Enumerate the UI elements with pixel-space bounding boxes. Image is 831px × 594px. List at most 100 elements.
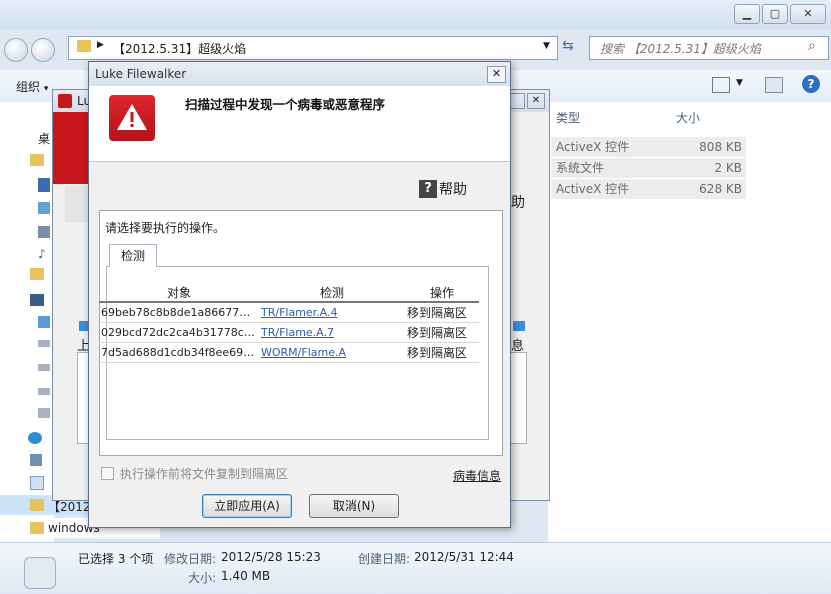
search-input[interactable]: 搜索 【2012.5.31】超级火焰 ⌕ [589,36,829,60]
drive-icon [38,364,50,371]
avira-banner [53,112,93,184]
drive-icon [38,340,50,347]
drive-icon [38,388,50,395]
file-type: ActiveX 控件 [556,182,630,196]
video-icon [38,178,50,192]
avira-close-button[interactable]: ✕ [527,93,545,109]
file-row[interactable]: 系统文件 2 KB [551,158,746,178]
address-bar[interactable]: ▶ 【2012.5.31】超级火焰 ▼ [68,36,558,60]
dialog-heading: 扫描过程中发现一个病毒或恶意程序 [185,97,386,112]
documents-icon [38,226,50,238]
warning-icon [109,95,155,141]
size-label: 大小: [188,571,217,585]
table-row[interactable]: 7d5ad688d1cdb34f8ee694e6... WORM/Flame.A… [99,342,479,363]
virus-found-dialog: Luke Filewalker ✕ 扫描过程中发现一个病毒或恶意程序 ? 帮助 … [88,61,511,528]
forward-icon[interactable] [31,38,55,62]
object-cell: 029bcd72dc2ca4b31778cf4ee... [99,322,259,343]
selection-count: 已选择 3 个项 [78,552,154,566]
view-icon[interactable] [712,77,730,93]
modified-label: 修改日期: [164,552,217,566]
file-size: 808 KB [699,140,742,154]
address-text: 【2012.5.31】超级火焰 [113,42,247,56]
tab-detection[interactable]: 检测 [109,244,157,267]
modified-value: 2012/5/28 15:23 [221,550,321,564]
cancel-button[interactable]: 取消(N) [309,494,399,518]
avira-logo-icon [58,94,72,108]
table-header-row: 对象 检测 操作 [99,283,479,303]
control-panel-icon [30,454,42,466]
refresh-icon[interactable]: ⇆ [562,38,582,56]
help-label: 帮助 [439,182,467,198]
checkbox-box[interactable] [101,467,114,480]
folder-icon [77,40,91,52]
file-row[interactable]: ActiveX 控件 808 KB [551,137,746,157]
folder-icon [30,499,44,511]
avira-progress-right [513,321,525,331]
dialog-close-icon[interactable]: ✕ [487,66,506,83]
organize-menu[interactable]: 组织 ▾ [16,78,48,95]
avira-help-fragment: 助 [511,195,525,211]
file-size: 628 KB [699,182,742,196]
file-size: 2 KB [714,161,742,175]
action-prompt: 请选择要执行的操作。 [105,221,226,235]
header-action[interactable]: 操作 [405,283,479,303]
recycle-icon [30,476,44,490]
copy-to-quarantine-checkbox[interactable]: 执行操作前将文件复制到隔离区 [101,465,288,482]
detection-link[interactable]: TR/Flame.A.7 [259,322,405,343]
avira-maximize-button[interactable] [509,93,525,109]
details-pane: 已选择 3 个项 修改日期: 2012/5/28 15:23 创建日期: 201… [0,542,831,594]
close-icon[interactable]: ✕ [790,4,826,24]
checkbox-label: 执行操作前将文件复制到隔离区 [120,467,289,481]
pictures-icon [38,202,50,214]
header-object[interactable]: 对象 [99,283,259,303]
detection-link[interactable]: WORM/Flame.A [259,342,405,363]
navigation-pane: 桌 ♪ [0,102,54,542]
dialog-titlebar: Luke Filewalker [89,62,510,86]
back-icon[interactable] [4,38,28,62]
action-cell[interactable]: 移到隔离区 [405,342,479,363]
windows-drive-icon [38,316,50,328]
address-dropdown-icon[interactable]: ▼ [543,41,550,51]
help-icon: ? [419,180,437,198]
help-icon[interactable]: ? [802,75,820,93]
detections-table: 对象 检测 操作 69beb78c8b8de1a86677e27c... TR/… [99,283,479,363]
object-cell: 7d5ad688d1cdb34f8ee694e6... [99,342,259,363]
music-icon: ♪ [38,247,46,261]
network-icon [28,432,42,444]
column-type[interactable]: 类型 [556,106,580,130]
computer-icon [30,294,44,306]
created-value: 2012/5/31 12:44 [414,550,514,564]
object-cell: 69beb78c8b8de1a86677e27c... [99,302,259,323]
folder-icon [30,154,44,166]
action-cell[interactable]: 移到隔离区 [405,302,479,323]
file-type: 系统文件 [556,161,605,175]
header-detection[interactable]: 检测 [259,283,405,303]
file-type: ActiveX 控件 [556,140,630,154]
removable-drive-icon [38,408,50,418]
explorer-titlebar: ▁ ▢ ✕ [0,0,831,30]
apply-button[interactable]: 立即应用(A) [202,494,292,518]
maximize-button[interactable]: ▢ [762,4,788,24]
action-cell[interactable]: 移到隔离区 [405,322,479,343]
preview-pane-icon[interactable] [765,77,783,93]
folder-icon [30,522,44,534]
view-dropdown-icon[interactable]: ▼ [736,78,743,88]
folder-icon [30,268,44,280]
search-icon[interactable]: ⌕ [808,38,816,54]
help-link[interactable]: ? 帮助 [419,179,467,199]
table-row[interactable]: 029bcd72dc2ca4b31778cf4ee... TR/Flame.A.… [99,322,479,343]
search-placeholder: 搜索 【2012.5.31】超级火焰 [600,42,761,56]
breadcrumb-arrow-icon: ▶ [97,40,104,50]
table-row[interactable]: 69beb78c8b8de1a86677e27c... TR/Flamer.A.… [99,302,479,323]
file-row[interactable]: ActiveX 控件 628 KB [551,179,746,199]
dialog-title: Luke Filewalker [95,67,187,81]
file-gear-icon [24,557,56,589]
size-value: 1.40 MB [221,569,271,583]
virus-info-link[interactable]: 病毒信息 [453,467,501,484]
column-size[interactable]: 大小 [676,106,700,130]
detection-link[interactable]: TR/Flamer.A.4 [259,302,405,323]
dialog-header: 扫描过程中发现一个病毒或恶意程序 [89,86,510,162]
nav-desktop-label[interactable]: 桌 [38,130,50,147]
created-label: 创建日期: [358,552,411,566]
minimize-button[interactable]: ▁ [734,4,760,24]
